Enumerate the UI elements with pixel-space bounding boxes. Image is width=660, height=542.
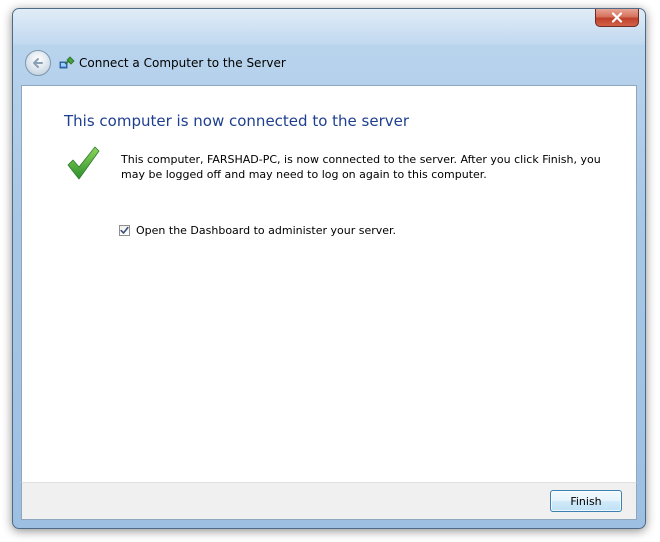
checkmark-icon <box>67 146 100 180</box>
wizard-nav-bar: Connect a Computer to the Server <box>19 45 639 81</box>
close-button[interactable] <box>595 9 639 27</box>
dashboard-checkbox[interactable] <box>119 225 130 236</box>
status-message-line: This computer, FARSHAD-PC, is now connec… <box>121 153 601 166</box>
window-title: Connect a Computer to the Server <box>79 56 286 70</box>
status-message-line: may be logged off and may need to log on… <box>121 168 487 181</box>
back-arrow-icon <box>33 58 43 68</box>
dashboard-option[interactable]: Open the Dashboard to administer your se… <box>119 224 396 237</box>
connect-computer-icon <box>59 56 75 69</box>
finish-button[interactable]: Finish <box>550 490 622 512</box>
dashboard-option-label[interactable]: Open the Dashboard to administer your se… <box>136 224 396 237</box>
page-heading: This computer is now connected to the se… <box>64 112 410 130</box>
wizard-window: Connect a Computer to the Server This co… <box>12 8 646 529</box>
back-button[interactable] <box>25 50 51 76</box>
wizard-footer: Finish <box>21 482 637 520</box>
wizard-content: This computer is now connected to the se… <box>21 85 637 482</box>
checkbox-check-icon <box>120 226 129 234</box>
status-message: This computer, FARSHAD-PC, is now connec… <box>121 152 601 182</box>
close-icon <box>611 12 623 23</box>
